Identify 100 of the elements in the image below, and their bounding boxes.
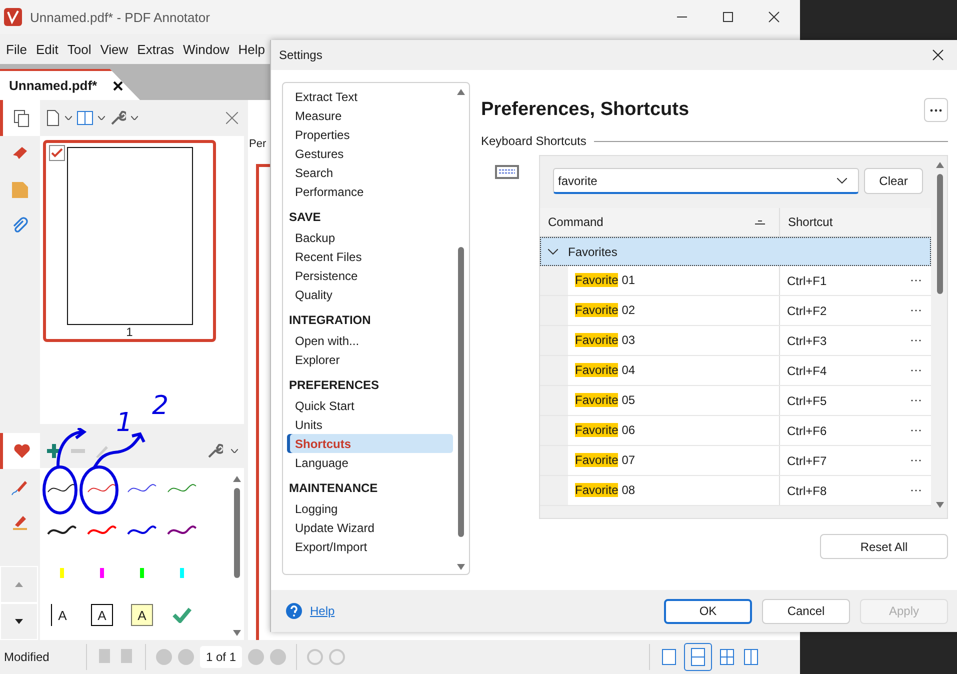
help-icon[interactable] (286, 603, 302, 619)
more-button[interactable] (924, 98, 948, 122)
nav-item[interactable]: Explorer (287, 350, 453, 369)
rail-tab[interactable] (0, 432, 40, 469)
more-icon[interactable] (911, 459, 921, 462)
search-field[interactable]: favorite (553, 168, 859, 194)
single-page-icon[interactable] (660, 647, 678, 667)
group-row[interactable]: Favorites (540, 237, 931, 266)
dropdown-icon[interactable] (837, 178, 847, 184)
nav-item[interactable]: Extract Text (287, 87, 453, 106)
close-icon[interactable] (113, 80, 124, 90)
page-thumbnail[interactable]: 1 (43, 140, 216, 342)
book-icon[interactable] (77, 111, 93, 125)
caret-icon[interactable] (131, 116, 138, 120)
nav-item[interactable]: Measure (287, 106, 453, 125)
nav-item[interactable]: Open with... (287, 331, 453, 350)
checkmark-icon[interactable] (172, 607, 192, 623)
menu-item[interactable]: Tool (67, 42, 92, 56)
handwritten-number: 1 (116, 410, 133, 436)
shortcut-cell: Ctrl+F2 (787, 304, 827, 318)
shortcut-cell: Ctrl+F5 (787, 394, 827, 408)
more-icon[interactable] (911, 279, 921, 282)
highlighter-icon (11, 513, 29, 532)
more-icon[interactable] (911, 429, 921, 432)
nav-item[interactable]: Units (287, 415, 453, 434)
nav-item[interactable]: Update Wizard (287, 518, 453, 537)
app-logo-icon (4, 8, 22, 26)
continuous-page-icon[interactable] (684, 643, 712, 671)
scrollbar-drawing[interactable] (233, 476, 241, 636)
command-cell: Favorite 01 (568, 266, 780, 295)
pen-preset[interactable] (87, 483, 117, 495)
dialog-button[interactable]: Cancel (762, 598, 850, 624)
reset-all-button[interactable]: Reset All (820, 534, 948, 559)
nav-item[interactable]: Properties (287, 125, 453, 144)
shortcut-cell: Ctrl+F8 (787, 484, 827, 498)
more-icon[interactable] (911, 369, 921, 372)
nav-item[interactable]: Persistence (287, 266, 453, 285)
note-preset[interactable]: A (131, 604, 153, 626)
wrench-icon[interactable] (207, 443, 223, 459)
menu-item[interactable]: Edit (36, 42, 58, 56)
menu-item[interactable]: Help (238, 42, 266, 56)
handwritten-number: 2 (152, 393, 169, 419)
help-link[interactable]: Help (310, 604, 335, 618)
caret-icon[interactable] (65, 116, 72, 120)
new-page-icon[interactable] (46, 110, 60, 126)
pen-preset[interactable] (127, 483, 157, 495)
textbox-preset[interactable]: A (91, 604, 113, 626)
menu-item[interactable]: View (100, 42, 128, 56)
close-icon[interactable] (932, 49, 944, 61)
plus-icon[interactable] (46, 443, 62, 459)
nav-item[interactable]: Gestures (287, 144, 453, 163)
marker-preset[interactable] (167, 525, 197, 537)
chevron-icon (548, 248, 558, 254)
document-tab[interactable]: Unnamed.pdf* (0, 69, 140, 100)
page-field[interactable]: 1 of 1 (200, 646, 242, 668)
grid-pages-icon[interactable] (718, 647, 736, 667)
command-cell: Favorite 08 (568, 476, 780, 505)
nav-item[interactable]: Language (287, 453, 453, 472)
nav-item[interactable]: Backup (287, 228, 453, 247)
menu-item[interactable]: Window (183, 42, 230, 56)
document-label: Per (249, 138, 266, 150)
nav-item[interactable]: Quick Start (287, 396, 453, 415)
scrollbar-drawing[interactable] (457, 87, 465, 572)
nav-item[interactable]: Logging (287, 499, 453, 518)
dialog-title: Settings (279, 48, 322, 62)
caret-icon[interactable] (98, 116, 105, 120)
caret-icon[interactable] (231, 449, 238, 453)
shortcut-cell: Ctrl+F3 (787, 334, 827, 348)
checkbox[interactable] (49, 145, 65, 161)
pencil-icon[interactable] (94, 443, 110, 459)
nav-item[interactable]: Search (287, 163, 453, 182)
scrollbar-drawing[interactable] (936, 160, 944, 510)
more-icon[interactable] (911, 309, 921, 312)
two-pages-icon[interactable] (742, 647, 760, 667)
close-icon[interactable] (768, 11, 780, 23)
nav-item[interactable]: Export/Import (287, 537, 453, 556)
nav-heading: MAINTENANCE (288, 480, 379, 497)
more-icon[interactable] (911, 339, 921, 342)
maximize-icon[interactable] (722, 11, 734, 23)
marker-preset[interactable] (47, 525, 77, 537)
nav-item[interactable]: Recent Files (287, 247, 453, 266)
nav-item[interactable]: Performance (287, 182, 453, 201)
more-icon[interactable] (911, 489, 921, 492)
menu-item[interactable]: Extras (137, 42, 174, 56)
menu-item[interactable]: File (6, 42, 27, 56)
column-header[interactable]: Shortcut (780, 208, 931, 236)
more-icon (930, 108, 942, 112)
section-label: Keyboard Shortcuts (481, 134, 586, 148)
more-icon[interactable] (911, 399, 921, 402)
window-title: Unnamed.pdf* - PDF Annotator (30, 10, 210, 24)
pen-preset[interactable] (47, 483, 77, 495)
dialog-button[interactable]: OK (664, 598, 752, 624)
column-header[interactable]: Command (540, 208, 780, 236)
text-preset[interactable]: A (51, 604, 73, 626)
nav-item[interactable]: Shortcuts (287, 434, 453, 453)
wrench-icon[interactable] (110, 110, 126, 126)
nav-item[interactable]: Quality (287, 285, 453, 304)
marker-preset[interactable] (87, 525, 117, 537)
clear-button[interactable]: Clear (864, 168, 923, 194)
marker-preset[interactable] (127, 525, 157, 537)
